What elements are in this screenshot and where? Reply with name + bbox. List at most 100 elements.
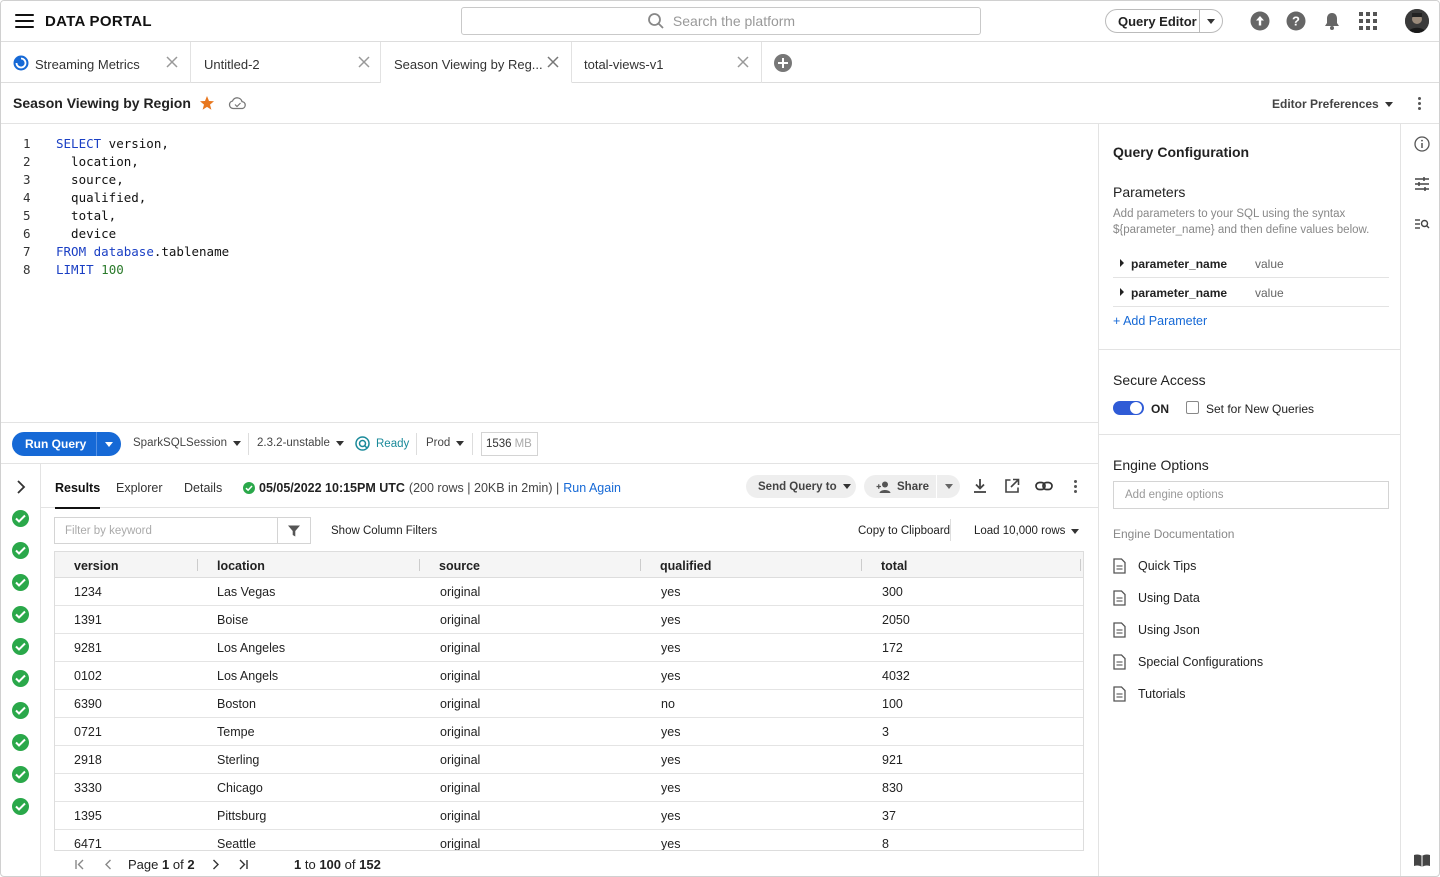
doc-link-tutorials[interactable]: Tutorials [1113, 684, 1185, 704]
table-row[interactable]: 9281 Los Angeles original yes 172 [55, 634, 1083, 662]
first-page-icon[interactable] [74, 859, 85, 870]
memory-field[interactable]: 1536 MB [481, 432, 538, 456]
table-row[interactable]: 0102 Los Angels original yes 4032 [55, 662, 1083, 690]
editor-preferences-dropdown[interactable]: Editor Preferences [1272, 97, 1393, 111]
close-icon[interactable] [165, 55, 179, 69]
environment-dropdown[interactable]: Prod [426, 437, 465, 449]
set-for-new-queries-checkbox[interactable] [1186, 401, 1199, 414]
session-dropdown[interactable]: SparkSQLSession [133, 437, 241, 449]
expand-arrow-icon[interactable] [1120, 288, 1124, 296]
secure-access-toggle[interactable] [1113, 401, 1144, 415]
run-query-button[interactable]: Run Query [12, 432, 121, 456]
version-dropdown[interactable]: 2.3.2-unstable [257, 437, 344, 449]
cloud-icon[interactable] [228, 96, 247, 110]
success-check-icon[interactable] [12, 606, 29, 623]
column-resize-handle[interactable] [419, 559, 420, 571]
success-check-icon[interactable] [12, 638, 29, 655]
add-parameter-link[interactable]: + Add Parameter [1113, 314, 1207, 328]
sliders-icon[interactable] [1414, 176, 1430, 192]
chevron-down-icon[interactable] [96, 432, 121, 456]
table-row[interactable]: 1395 Pittsburg original yes 37 [55, 802, 1083, 830]
chevron-down-icon[interactable] [936, 475, 960, 498]
load-rows-dropdown[interactable]: Load 10,000 rows [974, 525, 1080, 537]
share-button[interactable]: Share [864, 475, 960, 498]
link-icon[interactable] [1035, 478, 1053, 494]
success-check-icon[interactable] [12, 702, 29, 719]
parameter-value[interactable]: value [1255, 286, 1284, 300]
column-header-total[interactable]: total [881, 559, 907, 573]
send-query-to-button[interactable]: Send Query to [746, 475, 856, 498]
tab-details[interactable]: Details [184, 481, 222, 495]
chevron-down-icon[interactable] [1199, 10, 1222, 32]
table-row[interactable]: 6390 Boston original no 100 [55, 690, 1083, 718]
apps-grid-icon[interactable] [1358, 11, 1378, 31]
info-icon[interactable] [1414, 136, 1430, 152]
close-icon[interactable] [546, 55, 560, 69]
column-resize-handle[interactable] [640, 559, 641, 571]
sql-editor[interactable]: 1 SELECT version, 2 location, 3 source, 4 qu… [1, 124, 1098, 422]
query-editor-button[interactable]: Query Editor [1105, 9, 1223, 33]
star-icon[interactable] [199, 95, 215, 111]
table-row[interactable]: 0721 Tempe original yes 3 [55, 718, 1083, 746]
engine-options-input[interactable]: Add engine options [1113, 481, 1389, 509]
filter-button[interactable] [277, 517, 311, 544]
parameter-row[interactable]: parameter_name value [1113, 249, 1389, 278]
table-cell: 0721 [74, 725, 102, 739]
parameter-value[interactable]: value [1255, 257, 1284, 271]
help-icon[interactable]: ? [1286, 11, 1306, 31]
search-list-icon[interactable] [1414, 217, 1430, 231]
book-icon[interactable] [1413, 853, 1431, 867]
tab-season-viewing[interactable]: Season Viewing by Reg... [381, 42, 572, 83]
tab-results[interactable]: Results [55, 481, 101, 509]
tab-total-views-v1[interactable]: total-views-v1 [572, 42, 762, 83]
column-resize-handle[interactable] [861, 559, 862, 571]
column-header-location[interactable]: location [217, 559, 265, 573]
doc-link-quick-tips[interactable]: Quick Tips [1113, 556, 1196, 576]
expand-arrow-icon[interactable] [1120, 259, 1124, 267]
previous-page-icon[interactable] [103, 859, 114, 870]
upload-icon[interactable] [1250, 11, 1270, 31]
filter-input[interactable]: Filter by keyword [54, 517, 311, 544]
success-check-icon[interactable] [12, 510, 29, 527]
search-input[interactable]: Search the platform [461, 7, 981, 35]
success-check-icon[interactable] [12, 734, 29, 751]
tab-untitled-2[interactable]: Untitled-2 [191, 42, 381, 83]
success-check-icon[interactable] [12, 798, 29, 815]
last-page-icon[interactable] [238, 859, 249, 870]
more-options-icon[interactable] [1074, 480, 1077, 495]
close-icon[interactable] [736, 55, 750, 69]
success-check-icon[interactable] [12, 542, 29, 559]
table-row[interactable]: 1234 Las Vegas original yes 300 [55, 578, 1083, 606]
add-tab-icon[interactable] [774, 54, 792, 72]
doc-link-using-data[interactable]: Using Data [1113, 588, 1200, 608]
column-resize-handle[interactable] [1080, 559, 1081, 571]
more-options-icon[interactable] [1418, 97, 1421, 112]
doc-link-special-configurations[interactable]: Special Configurations [1113, 652, 1263, 672]
table-row[interactable]: 3330 Chicago original yes 830 [55, 774, 1083, 802]
download-icon[interactable] [972, 478, 988, 494]
show-column-filters-button[interactable]: Show Column Filters [331, 525, 437, 537]
column-resize-handle[interactable] [197, 559, 198, 571]
column-header-source[interactable]: source [439, 559, 480, 573]
success-check-icon[interactable] [12, 766, 29, 783]
avatar[interactable] [1405, 9, 1429, 33]
parameter-row[interactable]: parameter_name value [1113, 278, 1389, 307]
menu-icon[interactable] [15, 14, 34, 28]
close-icon[interactable] [357, 55, 371, 69]
success-check-icon[interactable] [12, 574, 29, 591]
tab-streaming-metrics[interactable]: Streaming Metrics [1, 42, 191, 83]
next-page-icon[interactable] [210, 859, 221, 870]
copy-to-clipboard-button[interactable]: Copy to Clipboard [858, 525, 950, 537]
column-header-qualified[interactable]: qualified [660, 559, 711, 573]
table-row[interactable]: 2918 Sterling original yes 921 [55, 746, 1083, 774]
table-row[interactable]: 1391 Boise original yes 2050 [55, 606, 1083, 634]
table-row[interactable]: 6471 Seattle original yes 8 [55, 830, 1083, 850]
chevron-right-icon[interactable] [15, 480, 27, 494]
doc-link-using-json[interactable]: Using Json [1113, 620, 1200, 640]
tab-explorer[interactable]: Explorer [116, 481, 163, 495]
bell-icon[interactable] [1322, 11, 1342, 31]
open-external-icon[interactable] [1004, 478, 1020, 494]
success-check-icon[interactable] [12, 670, 29, 687]
run-again-link[interactable]: Run Again [563, 481, 621, 495]
column-header-version[interactable]: version [74, 559, 118, 573]
